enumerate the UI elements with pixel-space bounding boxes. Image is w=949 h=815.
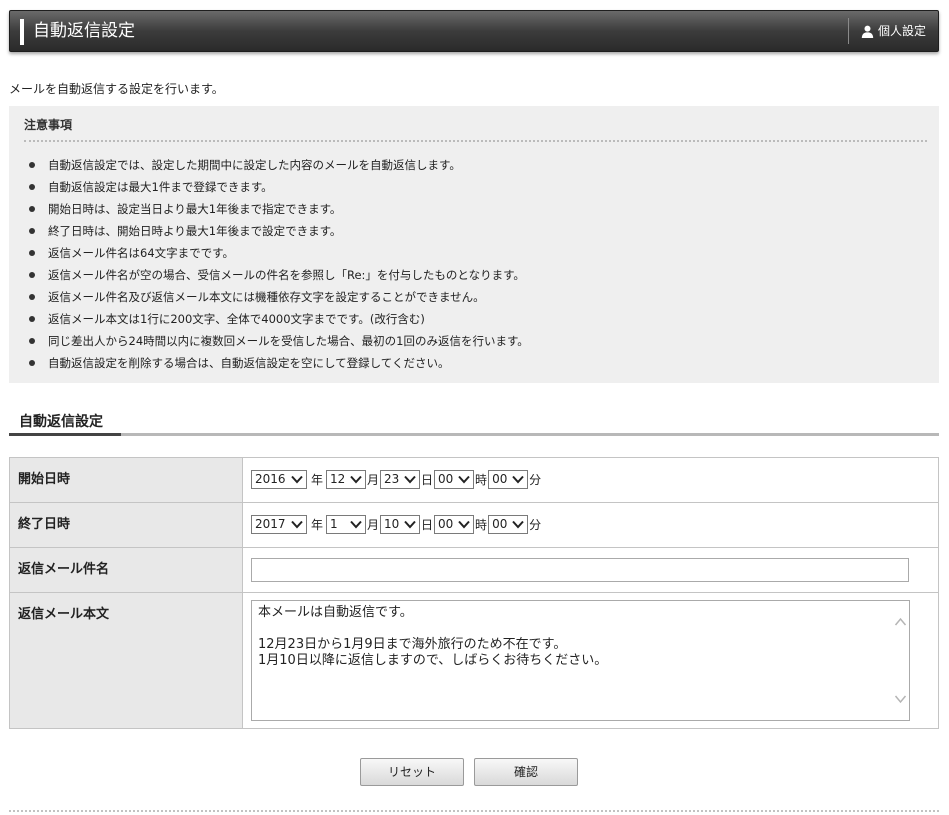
subject-row: 返信メール件名 (9, 547, 939, 593)
year-unit: 年 (311, 518, 324, 532)
notice-divider (24, 140, 927, 142)
body-row: 返信メール本文 本メールは自動返信です。 12月23日から1月9日まで海外旅行の… (9, 592, 939, 729)
intro-text: メールを自動返信する設定を行います。 (9, 82, 224, 96)
minute-unit: 分 (529, 518, 542, 532)
chevron-down-icon (512, 475, 524, 484)
chevron-up-icon[interactable] (894, 617, 907, 627)
chevron-down-icon (404, 520, 416, 529)
section-underline-accent (9, 433, 121, 436)
day-unit: 日 (421, 518, 434, 532)
body-text[interactable]: 本メールは自動返信です。 12月23日から1月9日まで海外旅行のため不在です。 … (258, 605, 888, 715)
start-minute-select[interactable]: 00 (488, 470, 529, 489)
notice-item: 開始日時は、設定当日より最大1年後まで指定できます。 (29, 198, 529, 220)
notice-item: 自動返信設定は最大1件まで登録できます。 (29, 176, 529, 198)
subject-input[interactable] (251, 558, 909, 582)
hour-unit: 時 (475, 473, 488, 487)
notice-item: 終了日時は、開始日時より最大1年後まで設定できます。 (29, 220, 529, 242)
year-unit: 年 (311, 473, 324, 487)
month-unit: 月 (367, 473, 380, 487)
section-title: 自動返信設定 (19, 414, 103, 430)
footer-divider (9, 810, 939, 812)
chevron-down-icon (458, 475, 470, 484)
page-title: 自動返信設定 (33, 21, 135, 41)
page-header: 自動返信設定 個人設定 (9, 10, 939, 52)
notice-item: 返信メール件名及び返信メール本文には機種依存文字を設定することができません。 (29, 286, 529, 308)
chevron-down-icon (512, 520, 524, 529)
start-hour-select[interactable]: 00 (434, 470, 475, 489)
start-datetime-row: 開始日時 2016 年 12 月 23 日 00 時 00 分 (9, 457, 939, 503)
start-datetime-controls: 2016 年 12 月 23 日 00 時 00 分 (251, 470, 938, 489)
end-datetime-controls: 2017 年 1 月 10 日 00 時 00 分 (251, 515, 938, 534)
start-datetime-label: 開始日時 (9, 457, 243, 503)
section-underline (9, 433, 939, 436)
header-accent-bar (20, 19, 24, 45)
end-day-select[interactable]: 10 (380, 515, 421, 534)
reset-button[interactable]: リセット (360, 758, 464, 786)
subject-label: 返信メール件名 (9, 547, 243, 593)
notice-list: 自動返信設定では、設定した期間中に設定した内容のメールを自動返信します。 自動返… (29, 154, 529, 374)
body-scrollbar[interactable] (892, 601, 909, 720)
chevron-down-icon (291, 520, 303, 529)
personal-settings-label: 個人設定 (877, 24, 926, 38)
hour-unit: 時 (475, 518, 488, 532)
chevron-down-icon (291, 475, 303, 484)
person-icon (861, 25, 874, 38)
body-label: 返信メール本文 (9, 592, 243, 729)
end-year-select[interactable]: 2017 (251, 515, 307, 534)
end-datetime-label: 終了日時 (9, 502, 243, 548)
chevron-down-icon (350, 475, 362, 484)
end-minute-select[interactable]: 00 (488, 515, 529, 534)
notice-item: 同じ差出人から24時間以内に複数回メールを受信した場合、最初の1回のみ返信を行い… (29, 330, 529, 352)
chevron-down-icon (458, 520, 470, 529)
minute-unit: 分 (529, 473, 542, 487)
notice-box: 注意事項 自動返信設定では、設定した期間中に設定した内容のメールを自動返信します… (9, 106, 939, 383)
notice-item: 返信メール件名は64文字までです。 (29, 242, 529, 264)
month-unit: 月 (367, 518, 380, 532)
start-month-select[interactable]: 12 (326, 470, 367, 489)
end-datetime-row: 終了日時 2017 年 1 月 10 日 00 時 00 分 (9, 502, 939, 548)
end-hour-select[interactable]: 00 (434, 515, 475, 534)
end-month-select[interactable]: 1 (326, 515, 367, 534)
header-divider (848, 18, 849, 44)
chevron-down-icon (350, 520, 362, 529)
notice-item: 自動返信設定では、設定した期間中に設定した内容のメールを自動返信します。 (29, 154, 529, 176)
notice-item: 返信メール件名が空の場合、受信メールの件名を参照し「Re:」を付与したものとなり… (29, 264, 529, 286)
day-unit: 日 (421, 473, 434, 487)
notice-item: 自動返信設定を削除する場合は、自動返信設定を空にして登録してください。 (29, 352, 529, 374)
personal-settings-link[interactable]: 個人設定 (861, 11, 926, 51)
confirm-button[interactable]: 確認 (474, 758, 578, 786)
notice-item: 返信メール本文は1行に200文字、全体で4000文字までです。(改行含む) (29, 308, 529, 330)
chevron-down-icon[interactable] (894, 694, 907, 704)
start-day-select[interactable]: 23 (380, 470, 421, 489)
start-year-select[interactable]: 2016 (251, 470, 307, 489)
chevron-down-icon (404, 475, 416, 484)
auto-reply-form: 開始日時 2016 年 12 月 23 日 00 時 00 分 終了日時 201… (9, 457, 939, 729)
notice-title: 注意事項 (24, 118, 73, 132)
body-textarea[interactable]: 本メールは自動返信です。 12月23日から1月9日まで海外旅行のため不在です。 … (251, 600, 910, 721)
